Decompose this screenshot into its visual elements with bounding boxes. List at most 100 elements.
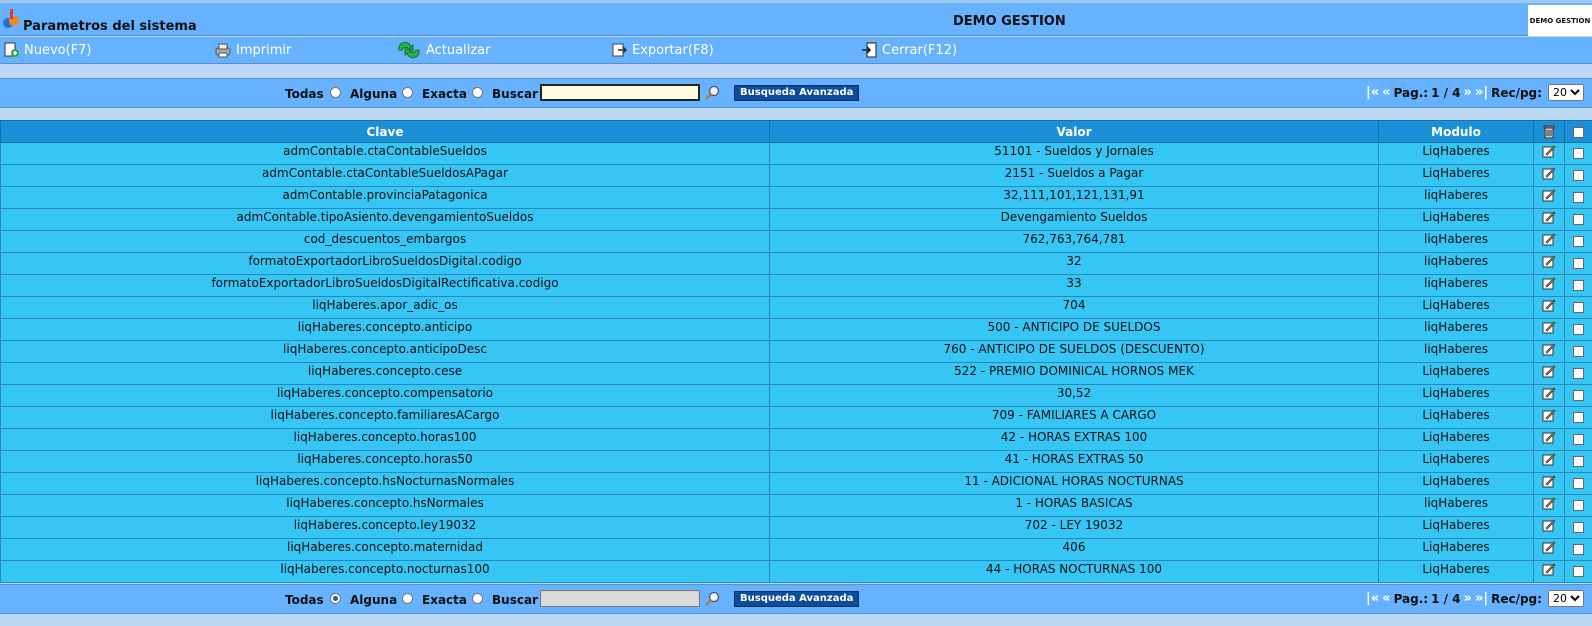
row-checkbox[interactable] [1573, 434, 1584, 445]
row-checkbox[interactable] [1573, 214, 1584, 225]
records-per-page-select[interactable]: 20 [1547, 84, 1584, 101]
cell-select[interactable] [1564, 362, 1592, 385]
cell-edit[interactable] [1533, 340, 1565, 363]
search-input-bottom[interactable] [540, 590, 700, 607]
cell-select[interactable] [1564, 560, 1592, 583]
edit-icon[interactable] [1542, 232, 1556, 246]
table-row[interactable]: liqHaberes.concepto.horas100 42 - HORAS E… [0, 428, 1592, 451]
cell-select[interactable] [1564, 142, 1592, 165]
table-row[interactable]: liqHaberes.concepto.compensatorio 30,52 Li… [0, 384, 1592, 407]
row-checkbox[interactable] [1573, 148, 1584, 159]
row-checkbox[interactable] [1573, 192, 1584, 203]
cell-select[interactable] [1564, 450, 1592, 473]
cell-select[interactable] [1564, 340, 1592, 363]
table-row[interactable]: liqHaberes.concepto.anticipoDesc 760 - AN… [0, 340, 1592, 363]
refresh-button[interactable]: Actualizar [396, 40, 490, 60]
cell-select[interactable] [1564, 296, 1592, 319]
table-row[interactable]: liqHaberes.concepto.familiaresACargo 709 … [0, 406, 1592, 429]
cell-edit[interactable] [1533, 472, 1565, 495]
edit-icon[interactable] [1542, 452, 1556, 466]
cell-select[interactable] [1564, 252, 1592, 275]
search-icon[interactable] [704, 591, 720, 607]
row-checkbox[interactable] [1573, 412, 1584, 423]
column-header-modulo[interactable]: Modulo [1378, 120, 1534, 143]
edit-icon[interactable] [1542, 320, 1556, 334]
cell-edit[interactable] [1533, 186, 1565, 209]
edit-icon[interactable] [1542, 298, 1556, 312]
row-checkbox[interactable] [1573, 170, 1584, 181]
table-row[interactable]: liqHaberes.apor_adic_os 704 LiqHaberes [0, 296, 1592, 319]
prev-page-button[interactable]: « [1382, 591, 1390, 606]
edit-icon[interactable] [1542, 408, 1556, 422]
table-row[interactable]: liqHaberes.concepto.horas50 41 - HORAS EX… [0, 450, 1592, 473]
row-checkbox[interactable] [1573, 500, 1584, 511]
prev-page-button[interactable]: « [1382, 85, 1390, 100]
row-checkbox[interactable] [1573, 302, 1584, 313]
first-page-button[interactable]: |« [1366, 85, 1379, 100]
select-all-checkbox[interactable] [1573, 126, 1584, 138]
column-header-valor[interactable]: Valor [769, 120, 1379, 143]
search-input[interactable] [540, 84, 700, 101]
last-page-button[interactable]: »| [1475, 591, 1488, 606]
records-per-page-select[interactable]: 20 [1547, 590, 1584, 607]
row-checkbox[interactable] [1573, 390, 1584, 401]
cell-edit[interactable] [1533, 516, 1565, 539]
cell-edit[interactable] [1533, 450, 1565, 473]
table-row[interactable]: admContable.tipoAsiento.devengamientoSue… [0, 208, 1592, 231]
column-header-clave[interactable]: Clave [0, 120, 770, 143]
export-button[interactable]: Exportar(F8) [610, 40, 714, 60]
table-row[interactable]: liqHaberes.concepto.anticipo 500 - ANTICI… [0, 318, 1592, 341]
cell-edit[interactable] [1533, 384, 1565, 407]
cell-select[interactable] [1564, 428, 1592, 451]
advanced-search-button[interactable]: Busqueda Avanzada [734, 591, 860, 607]
new-button[interactable]: Nuevo(F7) [2, 40, 92, 60]
cell-select[interactable] [1564, 318, 1592, 341]
radio-alguna[interactable] [402, 593, 413, 604]
cell-select[interactable] [1564, 274, 1592, 297]
cell-edit[interactable] [1533, 142, 1565, 165]
edit-icon[interactable] [1542, 474, 1556, 488]
cell-edit[interactable] [1533, 362, 1565, 385]
cell-edit[interactable] [1533, 406, 1565, 429]
search-icon[interactable] [704, 85, 720, 101]
edit-icon[interactable] [1542, 342, 1556, 356]
advanced-search-button[interactable]: Busqueda Avanzada [734, 85, 860, 101]
row-checkbox[interactable] [1573, 236, 1584, 247]
table-row[interactable]: liqHaberes.concepto.nocturnas100 44 - HOR… [0, 560, 1592, 583]
table-row[interactable]: admContable.provinciaPatagonica 32,111,10… [0, 186, 1592, 209]
print-button[interactable]: Imprimir [214, 40, 291, 60]
delete-column-header[interactable] [1533, 120, 1565, 143]
trash-icon[interactable] [1542, 124, 1556, 140]
cell-edit[interactable] [1533, 230, 1565, 253]
next-page-button[interactable]: » [1464, 85, 1472, 100]
cell-select[interactable] [1564, 186, 1592, 209]
cell-select[interactable] [1564, 208, 1592, 231]
row-checkbox[interactable] [1573, 280, 1584, 291]
row-checkbox[interactable] [1573, 566, 1584, 577]
cell-edit[interactable] [1533, 538, 1565, 561]
row-checkbox[interactable] [1573, 522, 1584, 533]
edit-icon[interactable] [1542, 496, 1556, 510]
edit-icon[interactable] [1542, 430, 1556, 444]
row-checkbox[interactable] [1573, 478, 1584, 489]
cell-select[interactable] [1564, 538, 1592, 561]
next-page-button[interactable]: » [1464, 591, 1472, 606]
select-all-header[interactable] [1564, 120, 1592, 143]
radio-exacta[interactable] [472, 87, 483, 98]
cell-edit[interactable] [1533, 274, 1565, 297]
table-row[interactable]: cod_descuentos_embargos 762,763,764,781 li… [0, 230, 1592, 253]
cell-select[interactable] [1564, 494, 1592, 517]
edit-icon[interactable] [1542, 166, 1556, 180]
edit-icon[interactable] [1542, 386, 1556, 400]
cell-edit[interactable] [1533, 296, 1565, 319]
edit-icon[interactable] [1542, 364, 1556, 378]
cell-select[interactable] [1564, 406, 1592, 429]
table-row[interactable]: admContable.ctaContableSueldosAPagar 2151… [0, 164, 1592, 187]
radio-todas[interactable] [330, 87, 341, 98]
cell-edit[interactable] [1533, 494, 1565, 517]
radio-alguna[interactable] [402, 87, 413, 98]
close-button[interactable]: Cerrar(F12) [860, 40, 957, 60]
table-row[interactable]: admContable.ctaContableSueldos 51101 - Su… [0, 142, 1592, 165]
cell-select[interactable] [1564, 164, 1592, 187]
cell-edit[interactable] [1533, 318, 1565, 341]
